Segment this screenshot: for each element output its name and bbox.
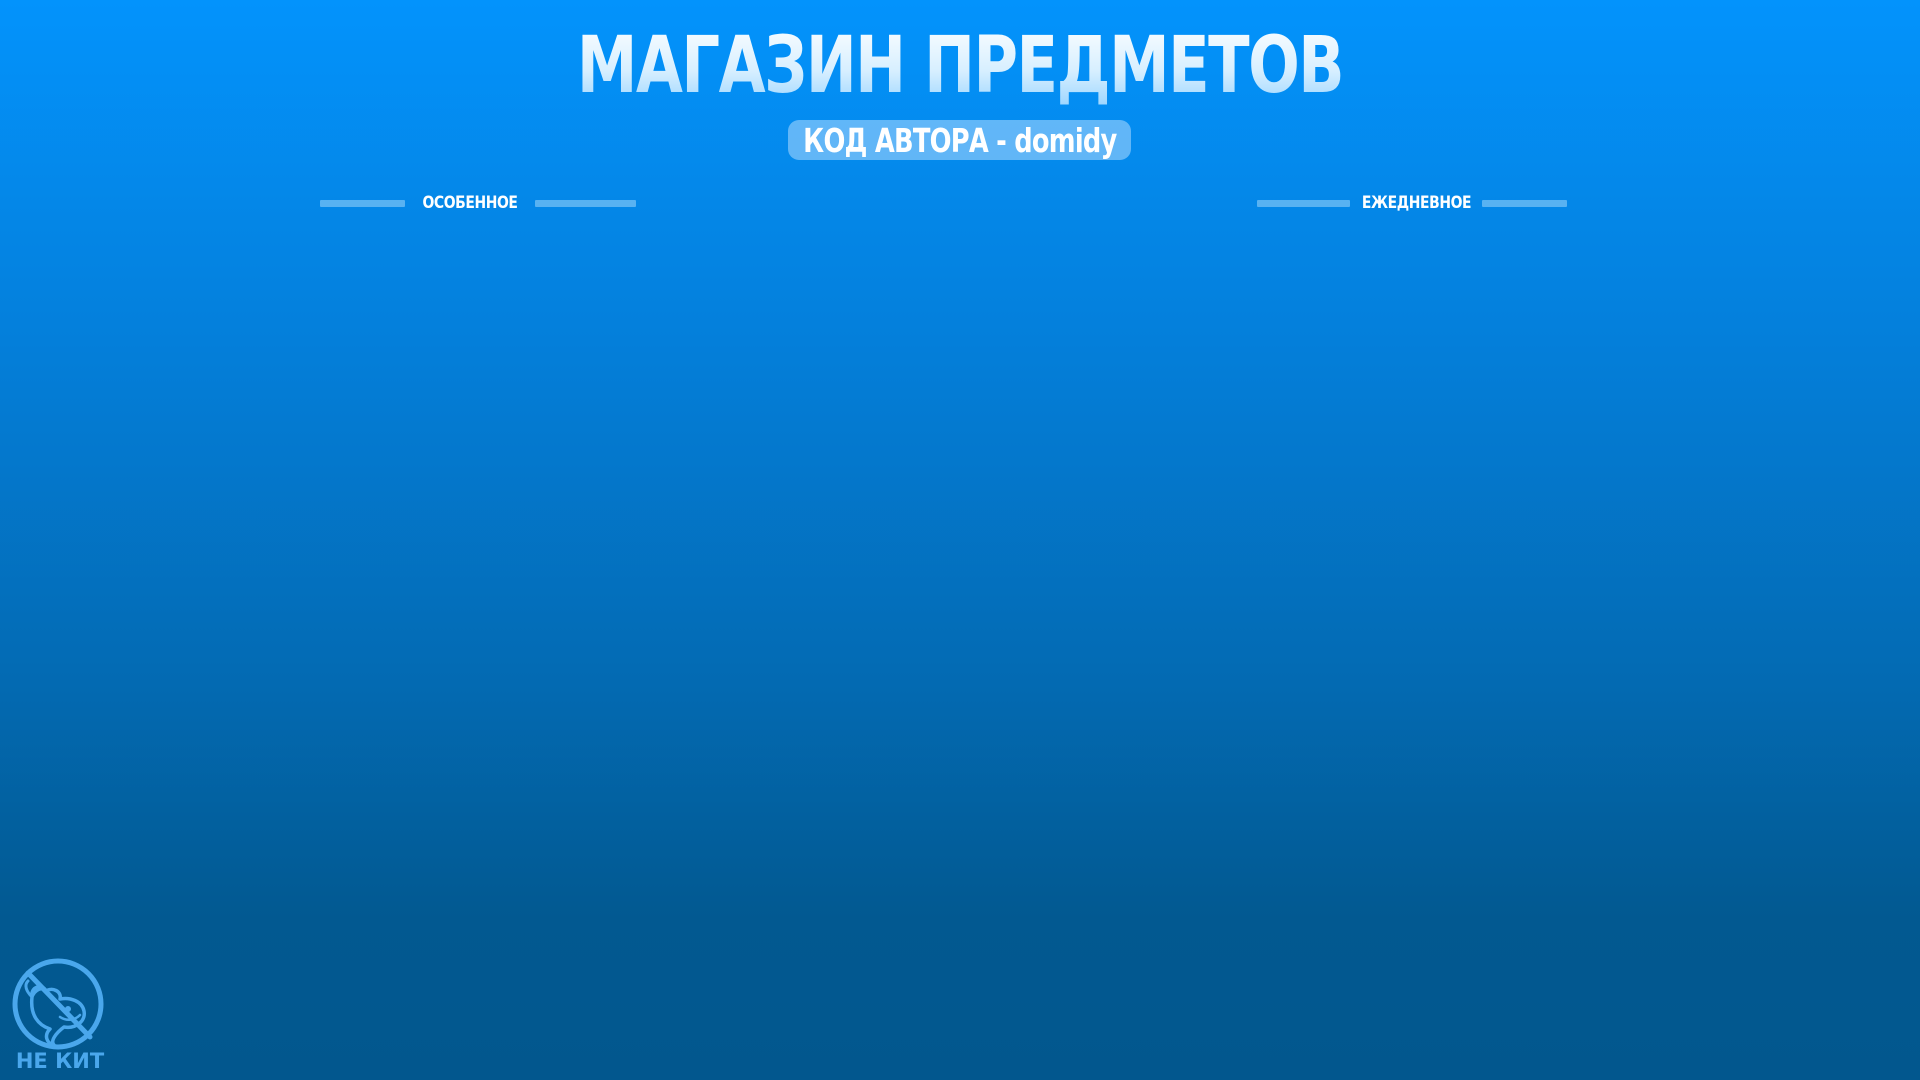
daily-divider-right	[1482, 200, 1567, 207]
daily-section-label: ЕЖЕДНЕВНОЕ	[1361, 193, 1472, 213]
featured-section-label: ОСОБЕННОЕ	[422, 193, 518, 213]
crossed-out-whale-icon	[12, 958, 104, 1050]
page-title: МАГАЗИН ПРЕДМЕТОВ	[211, 18, 1709, 114]
creator-code-text: КОД АВТОРА - domidy	[802, 120, 1117, 160]
brand-logo: НЕ КИТ	[12, 957, 108, 1075]
creator-code-badge: КОД АВТОРА - domidy	[788, 120, 1131, 160]
logo-label: НЕ КИТ	[15, 1049, 105, 1073]
daily-divider-left	[1257, 200, 1350, 207]
featured-divider-left	[320, 200, 405, 207]
featured-divider-right	[535, 200, 636, 207]
